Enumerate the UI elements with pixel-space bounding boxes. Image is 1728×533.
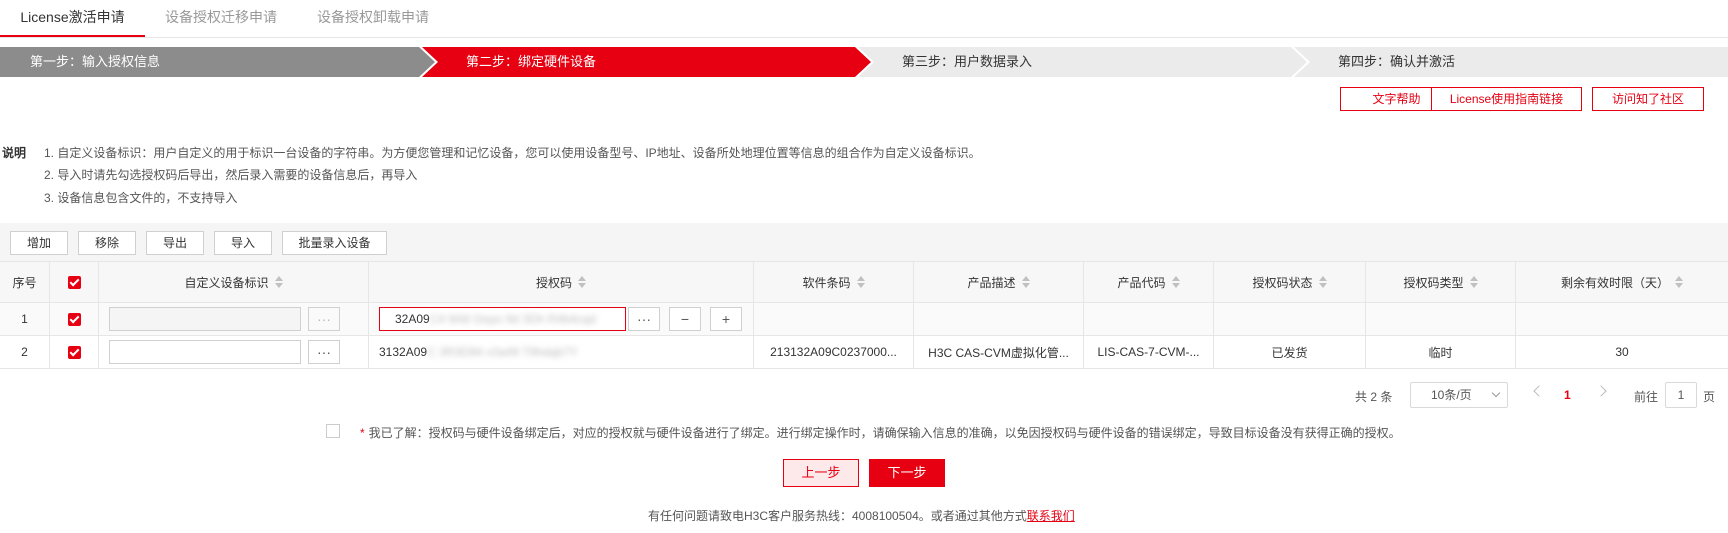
step-1: 第一步：输入授权信息 xyxy=(0,47,436,77)
device-id-input[interactable] xyxy=(109,340,301,364)
header-product-desc[interactable]: 产品描述 xyxy=(914,262,1084,302)
header-type[interactable]: 授权码类型 xyxy=(1366,262,1516,302)
sort-icon[interactable] xyxy=(1675,276,1683,288)
header-software-code[interactable]: 软件条码 xyxy=(754,262,914,302)
agreement-checkbox[interactable] xyxy=(326,424,340,438)
batch-add-devices-button[interactable]: 批量录入设备 xyxy=(282,231,387,255)
header-auth-code[interactable]: 授权码 xyxy=(369,262,754,302)
sort-icon[interactable] xyxy=(856,276,865,288)
sort-icon[interactable] xyxy=(1318,276,1327,288)
remove-row-button[interactable]: − xyxy=(669,307,701,331)
table-row: 2 3132A09 C 3R3D94 x3a49 T9hdqb7Y 213132A… xyxy=(0,336,1728,369)
tab-device-uninstall[interactable]: 设备授权卸载申请 xyxy=(317,0,429,37)
table-toolbar: 增加 移除 导出 导入 批量录入设备 xyxy=(0,223,1728,261)
chevron-down-icon xyxy=(1491,388,1501,398)
sort-icon[interactable] xyxy=(578,276,586,288)
note-item-3: 3. 设备信息包含文件的，不支持导入 xyxy=(44,191,238,205)
note-item-2: 2. 导入时请先勾选授权码后导出，然后录入需要的设备信息后，再导入 xyxy=(44,168,418,182)
note-item-1: 1. 自定义设备标识：用户自定义的用于标识一台设备的字符串。为方便您管理和记忆设… xyxy=(44,146,981,160)
header-product-code[interactable]: 产品代码 xyxy=(1084,262,1214,302)
current-page[interactable]: 1 xyxy=(1564,388,1571,402)
row-select[interactable] xyxy=(50,336,99,368)
type-cell: 临时 xyxy=(1366,336,1516,368)
tab-license-activation[interactable]: License激活申请 xyxy=(0,0,145,37)
auth-code-more-button[interactable]: ··· xyxy=(628,307,660,331)
contact-us-link[interactable]: 联系我们 xyxy=(1027,509,1075,523)
add-button[interactable]: 增加 xyxy=(10,231,68,255)
table-row: 1 ··· 32A09C4 9A8 Gepo 9d 3Dh R4b4cqd ··… xyxy=(0,303,1728,336)
community-button[interactable]: 访问知了社区 xyxy=(1592,87,1704,111)
auth-code-value: 32A09C4 9A8 Gepo 9d 3Dh R4b4cqd xyxy=(395,312,596,326)
device-id-input[interactable] xyxy=(109,307,301,331)
product-desc-cell xyxy=(914,303,1084,335)
header-select-all[interactable] xyxy=(50,262,99,302)
product-code-cell xyxy=(1084,303,1214,335)
row-select[interactable] xyxy=(50,303,99,335)
header-status[interactable]: 授权码状态 xyxy=(1214,262,1366,302)
device-id-more-button[interactable]: ··· xyxy=(308,340,340,364)
footer-contact: 有任何问题请致电H3C客户服务热线：4008100504。或者通过其他方式联系我… xyxy=(648,509,1075,523)
remaining-cell: 30 xyxy=(1615,345,1629,359)
sort-icon[interactable] xyxy=(1021,276,1030,288)
goto-label: 前往 xyxy=(1634,390,1659,404)
pagination-total: 共 2 条 xyxy=(1355,390,1393,404)
status-cell xyxy=(1214,303,1366,335)
select-all-checkbox[interactable] xyxy=(67,275,81,289)
row-index: 2 xyxy=(0,336,50,368)
step-4: 第四步：确认并激活 xyxy=(1292,47,1728,77)
notes-label: 说明 xyxy=(2,146,27,160)
device-id-more-button[interactable]: ··· xyxy=(308,307,340,331)
page-size-value: 10条/页 xyxy=(1431,388,1472,402)
step-3: 第三步：用户数据录入 xyxy=(856,47,1308,77)
agreement-text: * 我已了解：授权码与硬件设备绑定后，对应的授权就与硬件设备进行了绑定。进行绑定操… xyxy=(360,426,1401,440)
goto-page-input[interactable]: 1 xyxy=(1665,382,1697,408)
tab-device-migration[interactable]: 设备授权迁移申请 xyxy=(165,0,277,37)
required-marker: * xyxy=(360,426,365,440)
page-size-select[interactable]: 10条/页 xyxy=(1410,382,1508,408)
export-button[interactable]: 导出 xyxy=(146,231,204,255)
sort-icon[interactable] xyxy=(1469,276,1478,288)
license-guide-button[interactable]: License使用指南链接 xyxy=(1431,87,1582,111)
previous-step-button[interactable]: 上一步 xyxy=(783,459,859,487)
remove-button[interactable]: 移除 xyxy=(78,231,136,255)
product-desc-cell: H3C CAS-CVM虚拟化管... xyxy=(914,336,1084,368)
type-cell xyxy=(1366,303,1516,335)
step-progress: 第一步：输入授权信息 第二步：绑定硬件设备 第三步：用户数据录入 第四步：确认并… xyxy=(0,47,1728,77)
header-index: 序号 xyxy=(0,262,50,302)
step-2-current: 第二步：绑定硬件设备 xyxy=(420,47,872,77)
tab-bar: License激活申请 设备授权迁移申请 设备授权卸载申请 xyxy=(0,0,1728,38)
header-remaining[interactable]: 剩余有效时限（天） xyxy=(1516,262,1728,302)
row-checkbox[interactable] xyxy=(67,312,81,326)
next-step-button[interactable]: 下一步 xyxy=(869,459,945,487)
remaining-cell xyxy=(1516,303,1728,335)
header-device-id[interactable]: 自定义设备标识 xyxy=(99,262,369,302)
auth-code-cell: 3132A09 C 3R3D94 x3a49 T9hdqb7Y xyxy=(369,336,754,368)
software-code-cell xyxy=(754,303,914,335)
row-index: 1 xyxy=(0,303,50,335)
product-code-cell: LIS-CAS-7-CVM-... xyxy=(1084,336,1214,368)
add-row-button[interactable]: + xyxy=(710,307,742,331)
sort-icon[interactable] xyxy=(1171,276,1180,288)
page-suffix: 页 xyxy=(1703,390,1716,404)
next-page-icon[interactable] xyxy=(1595,385,1607,397)
sort-icon[interactable] xyxy=(274,276,283,288)
prev-page-icon[interactable] xyxy=(1533,385,1545,397)
software-code-cell: 213132A09C0237000... xyxy=(754,336,914,368)
status-cell: 已发货 xyxy=(1214,336,1366,368)
import-button[interactable]: 导入 xyxy=(214,231,272,255)
row-checkbox[interactable] xyxy=(67,345,81,359)
table-header: 序号 自定义设备标识 授权码 软件条码 产品描述 产品代码 授权码状态 授权码类… xyxy=(0,261,1728,303)
